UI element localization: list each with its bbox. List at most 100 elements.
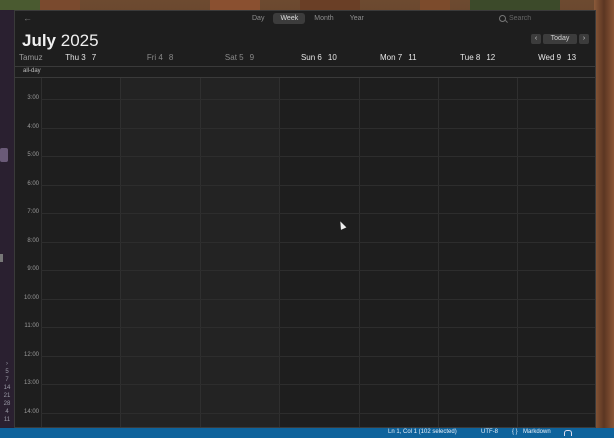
day-column[interactable] [199,78,280,427]
status-bar: Ln 1, Col 1 (102 selected) UTF-8 { } Mar… [0,428,614,438]
hour-line [41,327,595,328]
day-name: Mon 7 [380,53,403,62]
mini-number: 11 [3,417,11,423]
alt-date: 11 [408,53,417,62]
hour-label: 11:00 [24,323,39,329]
hour-label: 6:00 [27,181,39,187]
alt-date: 13 [567,53,577,62]
search-box[interactable] [499,13,595,24]
hour-line [41,128,595,129]
calendar-toolbar: ← Day Week Month Year [15,11,595,27]
search-icon [499,15,506,22]
foliage [0,0,40,10]
search-input[interactable] [509,15,589,22]
hour-line [41,156,595,157]
mini-number: 21 [3,393,11,399]
tree-trunk [40,0,80,10]
hour-line [41,213,595,214]
back-arrow-icon[interactable]: ← [23,13,32,23]
day-column[interactable] [41,78,120,427]
hour-line [41,299,595,300]
day-column[interactable] [120,78,200,427]
day-column[interactable] [438,78,517,427]
day-name: Thu 3 [65,53,86,62]
hour-line [41,413,595,414]
background-editor-sidebar: › 5 7 14 21 28 4 11 [0,10,14,428]
chevron-left-icon[interactable]: ‹ [531,34,541,44]
tree-trunk [420,0,450,10]
hour-line [41,384,595,385]
hour-line [41,99,595,100]
hour-label: 10:00 [23,295,39,301]
mini-number: 4 [5,409,9,415]
today-button[interactable]: Today [543,34,577,44]
sidebar-marker [0,254,3,262]
foliage [470,0,560,10]
day-header[interactable]: Mon 7 11 [359,53,438,62]
hour-label: 14:00 [23,409,39,415]
braces-icon: { } [512,429,518,435]
mini-number: 7 [5,377,9,383]
day-column[interactable] [279,78,358,427]
day-name: Sun 6 [300,53,322,62]
date-navigation: ‹ Today › [531,34,589,44]
title-year: 2025 [60,31,99,50]
tree-trunk [210,0,260,10]
language-mode[interactable]: Markdown [523,429,551,435]
sidebar-highlight [0,148,8,162]
hour-label: 13:00 [23,380,39,386]
encoding-indicator[interactable]: UTF-8 [481,429,498,435]
mini-number: 5 [5,369,9,375]
day-header[interactable]: Sun 6 10 [279,53,358,62]
hour-line [41,185,595,186]
cursor-position[interactable]: Ln 1, Col 1 (102 selected) [388,429,457,435]
hour-label: 8:00 [27,238,39,244]
alt-date: 10 [327,53,337,62]
day-column[interactable] [358,78,438,427]
mini-calendar-numbers: › 5 7 14 21 28 4 11 [0,360,14,424]
time-grid[interactable]: 3:00 4:00 5:00 6:00 7:00 8:00 9:00 10:00… [15,78,595,427]
day-name: Tue 8 [460,53,481,62]
hour-label: 9:00 [27,266,39,272]
alt-date: 7 [91,53,97,62]
title-month: July [22,31,57,50]
day-name: Fri 4 [146,53,163,62]
all-day-label: all-day [23,68,41,74]
alt-date: 12 [486,53,496,62]
hebrew-month-label: Tamuz [19,53,43,62]
hour-label: 7:00 [27,209,39,215]
hour-label: 5:00 [27,152,39,158]
hour-line [41,270,595,271]
page-title: July 2025 [22,31,99,51]
chevron-right-icon[interactable]: › [0,360,14,368]
tree-trunk [300,0,360,10]
hour-label: 12:00 [23,352,39,358]
day-name: Sat 5 [224,53,244,62]
view-month-button[interactable]: Month [307,13,340,24]
hour-line [41,242,595,243]
mini-number: 14 [3,385,11,391]
hour-line [41,356,595,357]
alt-date: 9 [249,53,255,62]
day-header[interactable]: Thu 3 7 [41,53,120,62]
alt-date: 8 [168,53,174,62]
all-day-row[interactable]: all-day [15,66,595,78]
day-header[interactable]: Tue 8 12 [438,53,517,62]
tree-trunk [594,0,614,438]
calendar-window: ← Day Week Month Year July 2025 ‹ Today … [14,10,596,428]
day-name: Wed 9 [538,53,562,62]
day-header[interactable]: Wed 9 13 [517,53,595,62]
view-year-button[interactable]: Year [343,13,371,24]
day-header[interactable]: Fri 4 8 [120,53,199,62]
view-week-button[interactable]: Week [273,13,306,24]
chevron-right-icon[interactable]: › [579,34,589,44]
view-switcher: Day Week Month Year [245,13,371,24]
day-column[interactable] [517,78,595,427]
view-day-button[interactable]: Day [245,13,271,24]
day-headers: Thu 3 7 Fri 4 8 Sat 5 9 Sun 6 10 Mon 7 11 Tue… [41,53,595,65]
hour-label: 4:00 [27,124,39,130]
bell-icon[interactable] [564,430,572,436]
day-header[interactable]: Sat 5 9 [200,53,279,62]
hour-label: 3:00 [27,95,39,101]
mini-number: 28 [3,401,11,407]
